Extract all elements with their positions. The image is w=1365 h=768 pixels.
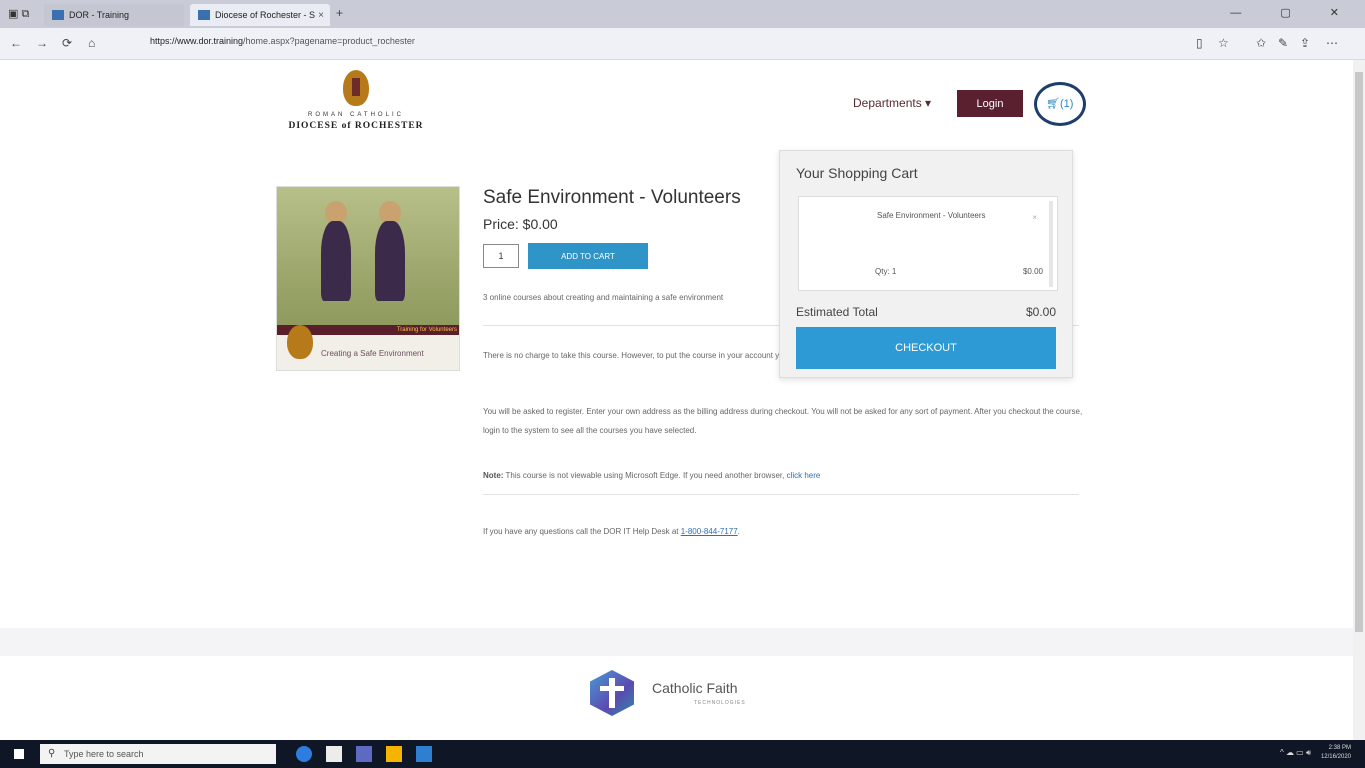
logo-title: DIOCESE of ROCHESTER — [288, 121, 424, 131]
help-text: If you have any questions call the DOR I… — [483, 527, 681, 536]
footer-brand: Catholic Faith — [652, 680, 738, 696]
page-content: ROMAN CATHOLIC DIOCESE of ROCHESTER Depa… — [0, 60, 1353, 740]
outlook-icon[interactable] — [416, 746, 432, 762]
browser-tab-inactive[interactable]: DOR - Training — [44, 4, 184, 26]
tab-label: Diocese of Rochester - S — [215, 10, 316, 20]
tab-label: DOR - Training — [69, 10, 130, 20]
help-paragraph: If you have any questions call the DOR I… — [483, 522, 1083, 541]
login-button[interactable]: Login — [957, 90, 1023, 117]
refresh-button[interactable]: ⟳ — [62, 36, 72, 50]
clock-time: 2:38 PM — [1328, 745, 1351, 751]
tab-favicon-icon — [198, 10, 210, 20]
remove-item-icon[interactable]: × — [1032, 213, 1037, 222]
cart-item-name: Safe Environment - Volunteers — [877, 211, 986, 220]
register-paragraph: You will be asked to register. Enter you… — [483, 407, 1083, 435]
tab-close-icon[interactable]: × — [318, 10, 324, 21]
help-phone-link[interactable]: 1-800-844-7177 — [681, 527, 738, 536]
footer-band — [0, 628, 1353, 656]
photo-field — [277, 187, 459, 325]
window-controls[interactable]: — ▢ ✕ — [1230, 6, 1357, 19]
crest-icon — [343, 70, 369, 106]
reading-view-icon[interactable]: ▯ — [1196, 36, 1203, 50]
product-price: Price: $0.00 — [483, 216, 558, 232]
product-title: Safe Environment - Volunteers — [483, 187, 741, 208]
note-label: Note: — [483, 471, 504, 480]
estimated-total-value: $0.00 — [1025, 305, 1056, 319]
cross-icon — [590, 670, 634, 716]
cart-icon: 🛒︎ — [1046, 98, 1060, 110]
click-here-link[interactable]: click here — [787, 471, 821, 480]
image-crest-icon — [287, 325, 313, 359]
taskbar-search[interactable]: Type here to search — [40, 744, 276, 764]
browser-tab-bar: ▣ ⧉ DOR - Training Diocese of Rochester … — [0, 0, 1365, 28]
address-bar: ← → ⟳ ⌂ https://www.dor.training/home.as… — [0, 28, 1365, 60]
cart-item-price: $0.00 — [1022, 267, 1043, 276]
url-field[interactable]: https://www.dor.training/home.aspx?pagen… — [150, 36, 415, 46]
cart-button[interactable]: 🛒︎(1) — [1046, 97, 1073, 110]
product-image: Training for Volunteers Creating a Safe … — [276, 186, 460, 371]
shopping-cart-dropdown: Your Shopping Cart Safe Environment - Vo… — [779, 150, 1073, 378]
tab-favicon-icon — [52, 10, 64, 20]
catholic-faith-logo[interactable]: Catholic Faith TECHNOLOGIES — [590, 666, 770, 726]
cart-item-qty: Qty: 1 — [875, 267, 897, 276]
diocese-logo[interactable]: ROMAN CATHOLIC DIOCESE of ROCHESTER — [276, 70, 436, 131]
cart-title: Your Shopping Cart — [796, 165, 918, 181]
quantity-input[interactable]: 1 — [483, 244, 519, 268]
estimated-total-label: Estimated Total — [796, 305, 878, 319]
departments-menu[interactable]: Departments ▾ — [853, 96, 931, 110]
share-icon[interactable]: ⇪ — [1300, 36, 1310, 50]
clock[interactable]: 2:38 PM 12/16/2020 — [1321, 744, 1351, 762]
more-icon[interactable]: ⋯ — [1326, 36, 1338, 50]
edge-icon[interactable] — [296, 746, 312, 762]
system-tray-icons[interactable]: ^ ☁ ▭ 🔊︎ — [1280, 748, 1311, 758]
url-path: /home.aspx?pagename=product_rochester — [243, 36, 415, 46]
cart-scrollbar[interactable] — [1049, 201, 1053, 287]
divider — [483, 494, 1079, 495]
start-button[interactable] — [14, 749, 24, 759]
logo-subtitle: ROMAN CATHOLIC — [308, 112, 404, 118]
clock-date: 12/16/2020 — [1320, 754, 1351, 760]
checkout-button[interactable]: CHECKOUT — [796, 327, 1056, 369]
store-icon[interactable] — [326, 746, 342, 762]
windows-taskbar: Type here to search ^ ☁ ▭ 🔊︎ 2:38 PM 12/… — [0, 740, 1365, 768]
note-text: This course is not viewable using Micros… — [503, 471, 787, 480]
add-to-cart-button[interactable]: ADD TO CART — [528, 243, 648, 269]
photo-figure — [321, 221, 351, 301]
cart-item-list: Safe Environment - Volunteers × Qty: 1 $… — [798, 196, 1058, 291]
product-description: 3 online courses about creating and main… — [483, 293, 724, 302]
teams-icon[interactable] — [356, 746, 372, 762]
note-paragraph: Note: This course is not viewable using … — [483, 466, 1083, 485]
tab-actions-icon[interactable]: ▣ ⧉ — [8, 7, 29, 21]
help-end: . — [737, 527, 740, 536]
footer-brand-sub: TECHNOLOGIES — [694, 700, 746, 706]
scrollbar-thumb[interactable] — [1355, 72, 1363, 632]
url-host: https://www.dor.training — [150, 36, 244, 46]
favorite-star-icon[interactable]: ☆ — [1218, 36, 1229, 50]
back-button[interactable]: ← — [10, 36, 22, 50]
favorites-icon[interactable]: ✩ — [1256, 36, 1266, 50]
file-explorer-icon[interactable] — [386, 746, 402, 762]
forward-button[interactable]: → — [36, 36, 48, 50]
photo-figure — [375, 221, 405, 301]
browser-tab-active[interactable]: Diocese of Rochester - S × — [190, 4, 330, 26]
home-button[interactable]: ⌂ — [88, 36, 95, 50]
cart-count: (1) — [1059, 98, 1074, 110]
new-tab-button[interactable]: + — [336, 6, 343, 20]
notes-icon[interactable]: ✎ — [1278, 36, 1288, 50]
